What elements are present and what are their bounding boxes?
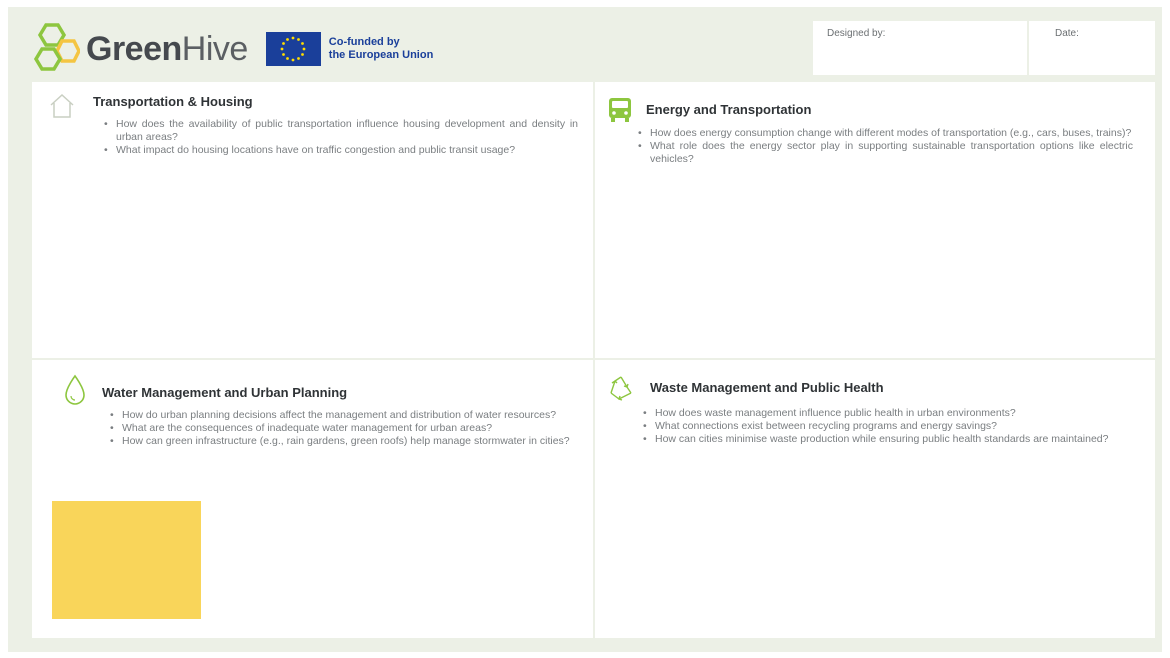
panel-title: Transportation & Housing — [93, 94, 253, 109]
question-item: What impact do housing locations have on… — [104, 144, 578, 157]
panel-transportation-housing[interactable]: Transportation & Housing How does the av… — [32, 82, 593, 358]
greenhive-logo-icon — [33, 23, 80, 71]
question-item: How do urban planning decisions affect t… — [110, 409, 593, 422]
designed-by-field[interactable]: Designed by: — [813, 21, 1027, 75]
date-field[interactable]: Date: — [1029, 21, 1155, 75]
eu-flag-icon — [265, 32, 321, 66]
panel-title: Waste Management and Public Health — [650, 380, 884, 395]
question-item: How can cities minimise waste production… — [643, 433, 1132, 446]
panel-waste-public-health[interactable]: Waste Management and Public Health How d… — [595, 360, 1155, 638]
panel-energy-transportation[interactable]: Energy and Transportation How does energ… — [595, 82, 1155, 358]
brand-bold: Green — [86, 30, 182, 68]
panel-water-urban-planning[interactable]: Water Management and Urban Planning How … — [32, 360, 593, 638]
sticky-note[interactable] — [52, 501, 201, 619]
panel-title: Water Management and Urban Planning — [102, 385, 348, 400]
brand-light: Hive — [181, 30, 249, 68]
eu-stars-icon — [280, 36, 306, 62]
canvas-board: GreenHive Co-funded by the European Unio… — [8, 7, 1162, 652]
question-item: What role does the energy sector play in… — [638, 140, 1133, 166]
house-icon — [50, 93, 74, 118]
header-logos: GreenHive Co-funded by the European Unio… — [32, 21, 433, 77]
question-item: What are the consequences of inadequate … — [110, 422, 593, 435]
question-list: How does energy consumption change with … — [638, 127, 1133, 166]
question-item: How can green infrastructure (e.g., rain… — [110, 435, 593, 448]
eu-line-2: the European Union — [328, 49, 434, 61]
water-drop-icon — [65, 374, 85, 405]
question-item: How does the availability of public tran… — [104, 118, 578, 144]
question-item: How does waste management influence publ… — [643, 407, 1132, 420]
question-item: How does energy consumption change with … — [638, 127, 1133, 140]
panel-title: Energy and Transportation — [646, 102, 812, 117]
question-list: How do urban planning decisions affect t… — [110, 409, 593, 448]
eu-cofunded-text: Co-funded by the European Union — [329, 36, 434, 62]
question-item: What connections exist between recycling… — [643, 420, 1132, 433]
designed-by-label: Designed by: — [827, 28, 886, 39]
eu-line-1: Co-funded by — [328, 36, 400, 48]
date-label: Date: — [1055, 28, 1079, 39]
brand-name: GreenHive — [86, 32, 248, 66]
question-list: How does the availability of public tran… — [104, 118, 578, 157]
question-list: How does waste management influence publ… — [643, 407, 1132, 446]
bus-icon — [609, 98, 631, 122]
recycle-icon — [610, 376, 632, 401]
